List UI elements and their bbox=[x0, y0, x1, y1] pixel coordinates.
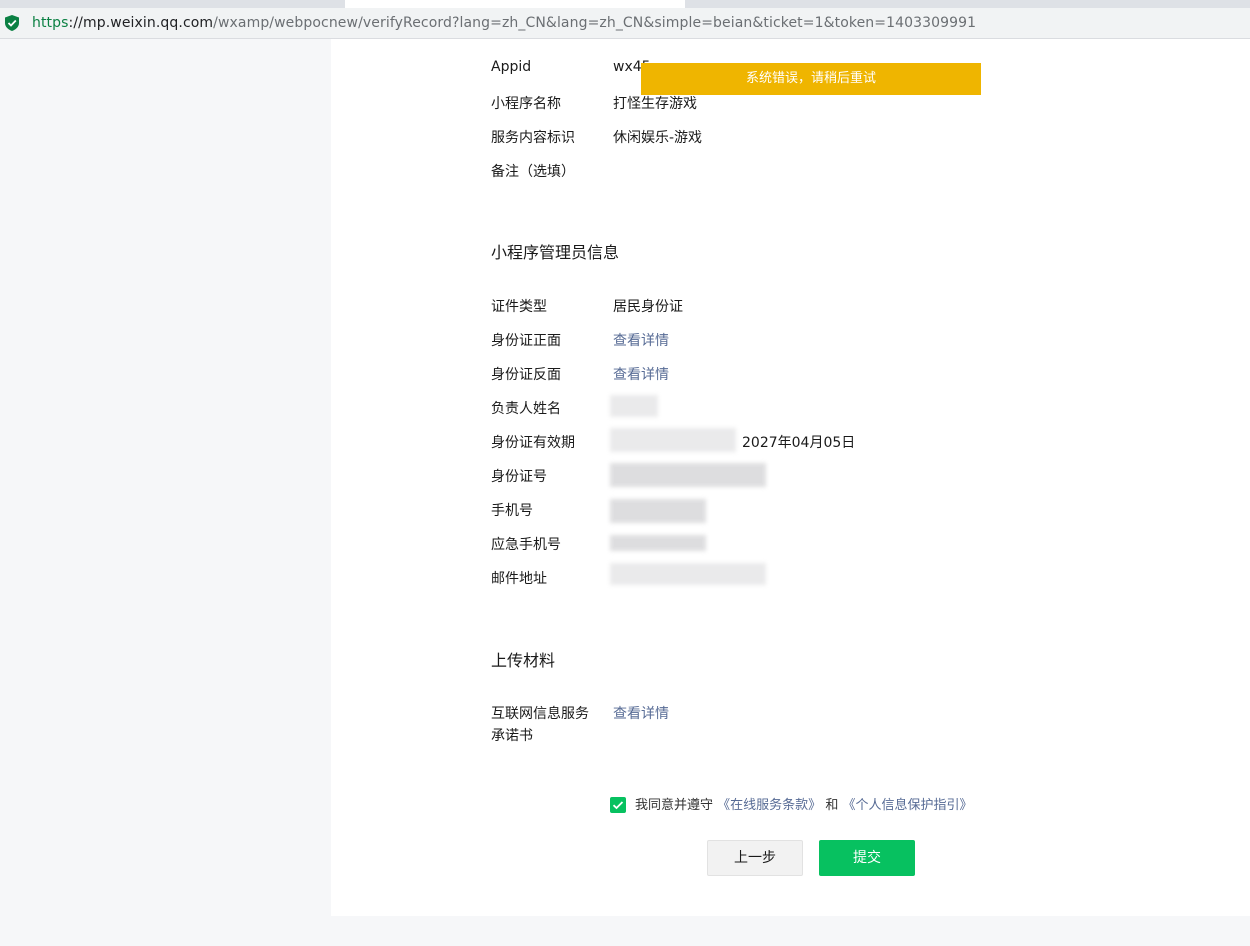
id-back-view-link[interactable]: 查看详情 bbox=[613, 364, 669, 384]
id-front-label: 身份证正面 bbox=[491, 333, 561, 349]
address-bar[interactable]: https://mp.weixin.qq.com/wxamp/webpocnew… bbox=[0, 8, 1250, 39]
url-text[interactable]: https://mp.weixin.qq.com/wxamp/webpocnew… bbox=[32, 13, 976, 33]
commitment-label-line2: 承诺书 bbox=[491, 728, 533, 744]
id-number-label: 身份证号 bbox=[491, 469, 547, 485]
owner-name-redacted bbox=[610, 395, 658, 417]
id-type-label: 证件类型 bbox=[491, 299, 547, 315]
previous-step-button[interactable]: 上一步 bbox=[707, 840, 803, 876]
submit-button[interactable]: 提交 bbox=[819, 840, 915, 876]
url-scheme: https bbox=[32, 15, 69, 31]
error-toast: 系统错误，请稍后重试 bbox=[641, 63, 981, 95]
remark-label: 备注（选填） bbox=[491, 164, 575, 180]
id-validity-start-redacted bbox=[610, 428, 736, 452]
commitment-view-link[interactable]: 查看详情 bbox=[613, 703, 669, 723]
owner-name-label: 负责人姓名 bbox=[491, 401, 561, 417]
commitment-label-line1: 互联网信息服务 bbox=[491, 706, 589, 722]
service-content-value: 休闲娱乐-游戏 bbox=[613, 130, 703, 146]
id-validity-label: 身份证有效期 bbox=[491, 435, 575, 451]
mini-program-name-label: 小程序名称 bbox=[491, 96, 561, 112]
id-number-redacted bbox=[610, 463, 766, 487]
appid-label: Appid bbox=[491, 59, 532, 75]
agreement-prefix: 我同意并遵守 bbox=[635, 798, 714, 813]
id-front-view-link[interactable]: 查看详情 bbox=[613, 330, 669, 350]
id-back-label: 身份证反面 bbox=[491, 367, 561, 383]
phone-redacted bbox=[610, 499, 706, 523]
agreement-conjunction: 和 bbox=[825, 798, 839, 813]
agree-checkbox[interactable] bbox=[610, 797, 626, 813]
id-type-value: 居民身份证 bbox=[613, 299, 683, 315]
mini-program-name-value: 打怪生存游戏 bbox=[613, 96, 697, 112]
terms-of-service-link[interactable]: 《在线服务条款》 bbox=[717, 798, 821, 813]
service-content-label: 服务内容标识 bbox=[491, 130, 575, 146]
browser-tab-strip bbox=[0, 0, 1250, 8]
admin-info-title: 小程序管理员信息 bbox=[491, 243, 620, 262]
url-path: /wxamp/webpocnew/verifyRecord?lang=zh_CN… bbox=[213, 15, 977, 31]
browser-active-tab[interactable] bbox=[345, 0, 685, 8]
agreement-text: 我同意并遵守 《在线服务条款》 和 《个人信息保护指引》 bbox=[635, 797, 972, 815]
privacy-policy-link[interactable]: 《个人信息保护指引》 bbox=[842, 798, 972, 813]
id-validity-end-value: 2027年04月05日 bbox=[742, 435, 856, 451]
email-label: 邮件地址 bbox=[491, 571, 547, 587]
emergency-phone-redacted bbox=[610, 535, 706, 551]
materials-title: 上传材料 bbox=[491, 651, 556, 670]
main-content-panel bbox=[331, 39, 1250, 916]
phone-label: 手机号 bbox=[491, 503, 533, 519]
emergency-phone-label: 应急手机号 bbox=[491, 537, 561, 553]
checkmark-icon bbox=[612, 801, 624, 810]
email-redacted bbox=[610, 563, 766, 585]
url-host: ://mp.weixin.qq.com bbox=[68, 15, 214, 31]
secure-shield-icon bbox=[5, 15, 19, 31]
